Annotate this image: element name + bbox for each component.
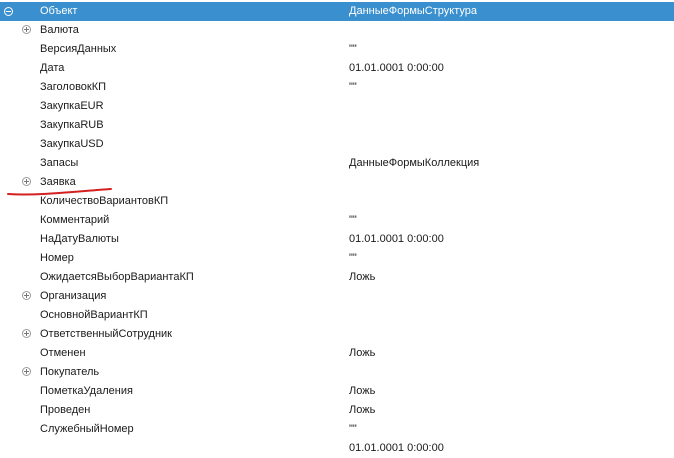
red-underline-annotation	[7, 188, 112, 196]
object-tree: Объект ДанныеФормыСтруктура Валюта Версия…	[0, 0, 674, 454]
